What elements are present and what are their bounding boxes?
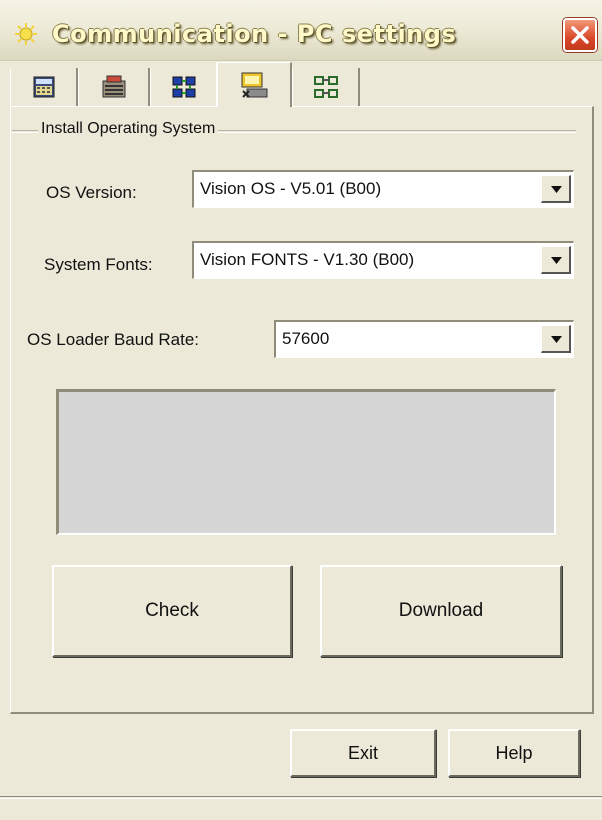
system-fonts-label: System Fonts:	[44, 255, 153, 274]
help-button[interactable]: Help	[448, 729, 580, 777]
system-fonts-dropdown-button[interactable]	[541, 246, 571, 274]
baud-rate-value: 57600	[282, 329, 330, 348]
group-label: Install Operating System	[38, 118, 219, 140]
baud-rate-select[interactable]: 57600	[274, 320, 574, 358]
os-version-select[interactable]: Vision OS - V5.01 (B00)	[192, 170, 574, 208]
baud-rate-dropdown-button[interactable]	[541, 325, 571, 353]
chevron-down-icon	[551, 186, 562, 193]
os-version-value: Vision OS - V5.01 (B00)	[200, 179, 382, 198]
pc-settings-window: Communication - PC settings Install Oper…	[0, 0, 602, 820]
tab-network-nodes[interactable]	[292, 68, 360, 106]
os-download-icon	[241, 72, 268, 98]
baud-rate-label: OS Loader Baud Rate:	[27, 330, 200, 349]
plc-device-icon	[102, 75, 125, 98]
close-icon	[571, 26, 589, 44]
sun-app-icon	[14, 22, 38, 46]
check-button[interactable]: Check	[52, 565, 292, 657]
exit-button[interactable]: Exit	[290, 729, 436, 777]
network-grid-icon	[172, 76, 195, 98]
status-output-area	[56, 389, 556, 535]
window-title: Communication - PC settings	[52, 20, 457, 48]
tab-strip	[0, 60, 602, 107]
tab-calculator[interactable]	[10, 68, 78, 106]
network-nodes-icon	[313, 76, 338, 98]
tab-os-download[interactable]	[216, 62, 292, 107]
status-bar-divider	[0, 796, 602, 799]
close-button[interactable]	[563, 18, 597, 52]
title-bar[interactable]: Communication - PC settings	[0, 0, 602, 61]
system-fonts-select[interactable]: Vision FONTS - V1.30 (B00)	[192, 241, 574, 279]
chevron-down-icon	[551, 257, 562, 264]
calculator-icon	[33, 76, 54, 98]
os-version-dropdown-button[interactable]	[541, 175, 571, 203]
download-button[interactable]: Download	[320, 565, 562, 657]
tab-network-grid[interactable]	[150, 68, 218, 106]
chevron-down-icon	[551, 336, 562, 343]
os-version-label: OS Version:	[46, 183, 137, 202]
system-fonts-value: Vision FONTS - V1.30 (B00)	[200, 250, 415, 269]
tab-plc-device[interactable]	[78, 68, 150, 106]
